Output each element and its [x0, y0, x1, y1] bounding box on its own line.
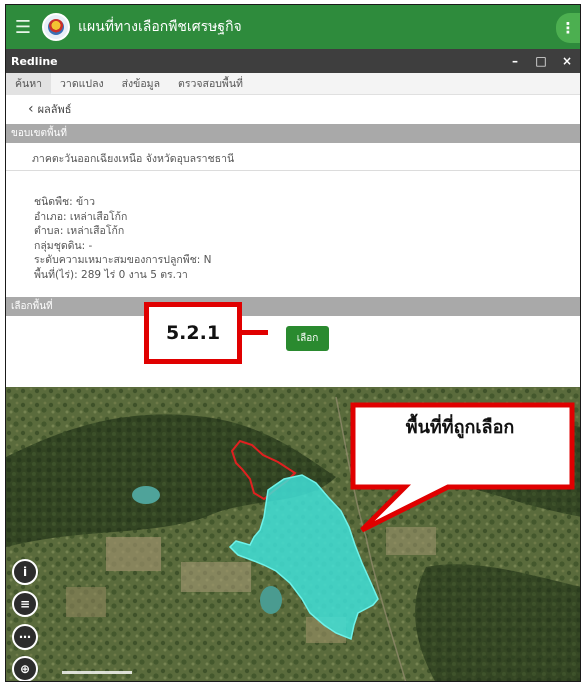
app-frame: ☰ แผนที่ทางเลือกพืชเศรษฐกิจ ⋮ Redline – …: [5, 4, 581, 682]
tab-check-area[interactable]: ตรวจสอบพื้นที่: [169, 73, 252, 95]
detail-crop: ชนิดพืช: ข้าว: [34, 196, 96, 208]
detail-area: พื้นที่(ไร่): 289 ไร่ 0 งาน 5 ตร.วา: [34, 268, 188, 281]
maximize-icon[interactable]: □: [528, 49, 554, 73]
back-button[interactable]: ‹ ผลลัพธ์: [28, 100, 72, 118]
detail-suitability: ระดับความเหมาะสมของการปลูกพืช: N: [34, 254, 212, 267]
region-text: ภาคตะวันออกเฉียงเหนือ จังหวัดอุบลราชธานี: [32, 153, 235, 165]
step-callout: 5.2.1: [144, 302, 242, 364]
panel-title-bar: Redline – □ ×: [6, 49, 580, 73]
detail-district: อำเภอ: เหล่าเสือโก้ก: [34, 210, 128, 223]
locate-icon[interactable]: ⊕: [12, 656, 38, 681]
tab-bar: ค้นหา วาดแปลง ส่งข้อมูล ตรวจสอบพื้นที่: [6, 73, 580, 95]
boundary-section-header: ขอบเขตพื้นที่: [6, 124, 580, 143]
more-icon[interactable]: ⋯: [12, 624, 38, 650]
plot-details: ชนิดพืช: ข้าว อำเภอ: เหล่าเสือโก้ก ตำบล:…: [34, 195, 212, 283]
app-bar: ☰ แผนที่ทางเลือกพืชเศรษฐกิจ ⋮: [6, 5, 580, 49]
chevron-left-icon: ‹: [28, 101, 34, 117]
minimize-icon[interactable]: –: [502, 49, 528, 73]
step-callout-connector: [242, 330, 268, 335]
tab-draw-plot[interactable]: วาดแปลง: [51, 73, 113, 95]
detail-soil-group: กลุ่มชุดดิน: -: [34, 239, 93, 252]
divider: [6, 170, 580, 171]
layers-icon[interactable]: ≡: [12, 591, 38, 617]
info-icon[interactable]: i: [12, 559, 38, 585]
hamburger-menu-icon[interactable]: ☰: [6, 5, 40, 49]
tab-send-data[interactable]: ส่งข้อมูล: [113, 73, 169, 95]
close-icon[interactable]: ×: [554, 49, 580, 73]
select-area-section-header: เลือกพื้นที่: [6, 297, 580, 316]
map-callout-text: พื้นที่ที่ถูกเลือก: [405, 417, 515, 438]
app-logo: [42, 13, 70, 41]
app-title: แผนที่ทางเลือกพืชเศรษฐกิจ: [78, 19, 242, 35]
panel-title: Redline: [11, 54, 58, 68]
more-options-icon[interactable]: ⋮: [556, 13, 580, 43]
back-label: ผลลัพธ์: [37, 103, 72, 116]
tab-search[interactable]: ค้นหา: [6, 73, 52, 95]
select-button[interactable]: เลือก: [286, 326, 329, 351]
detail-subdistrict: ตำบล: เหล่าเสือโก้ก: [34, 225, 125, 238]
